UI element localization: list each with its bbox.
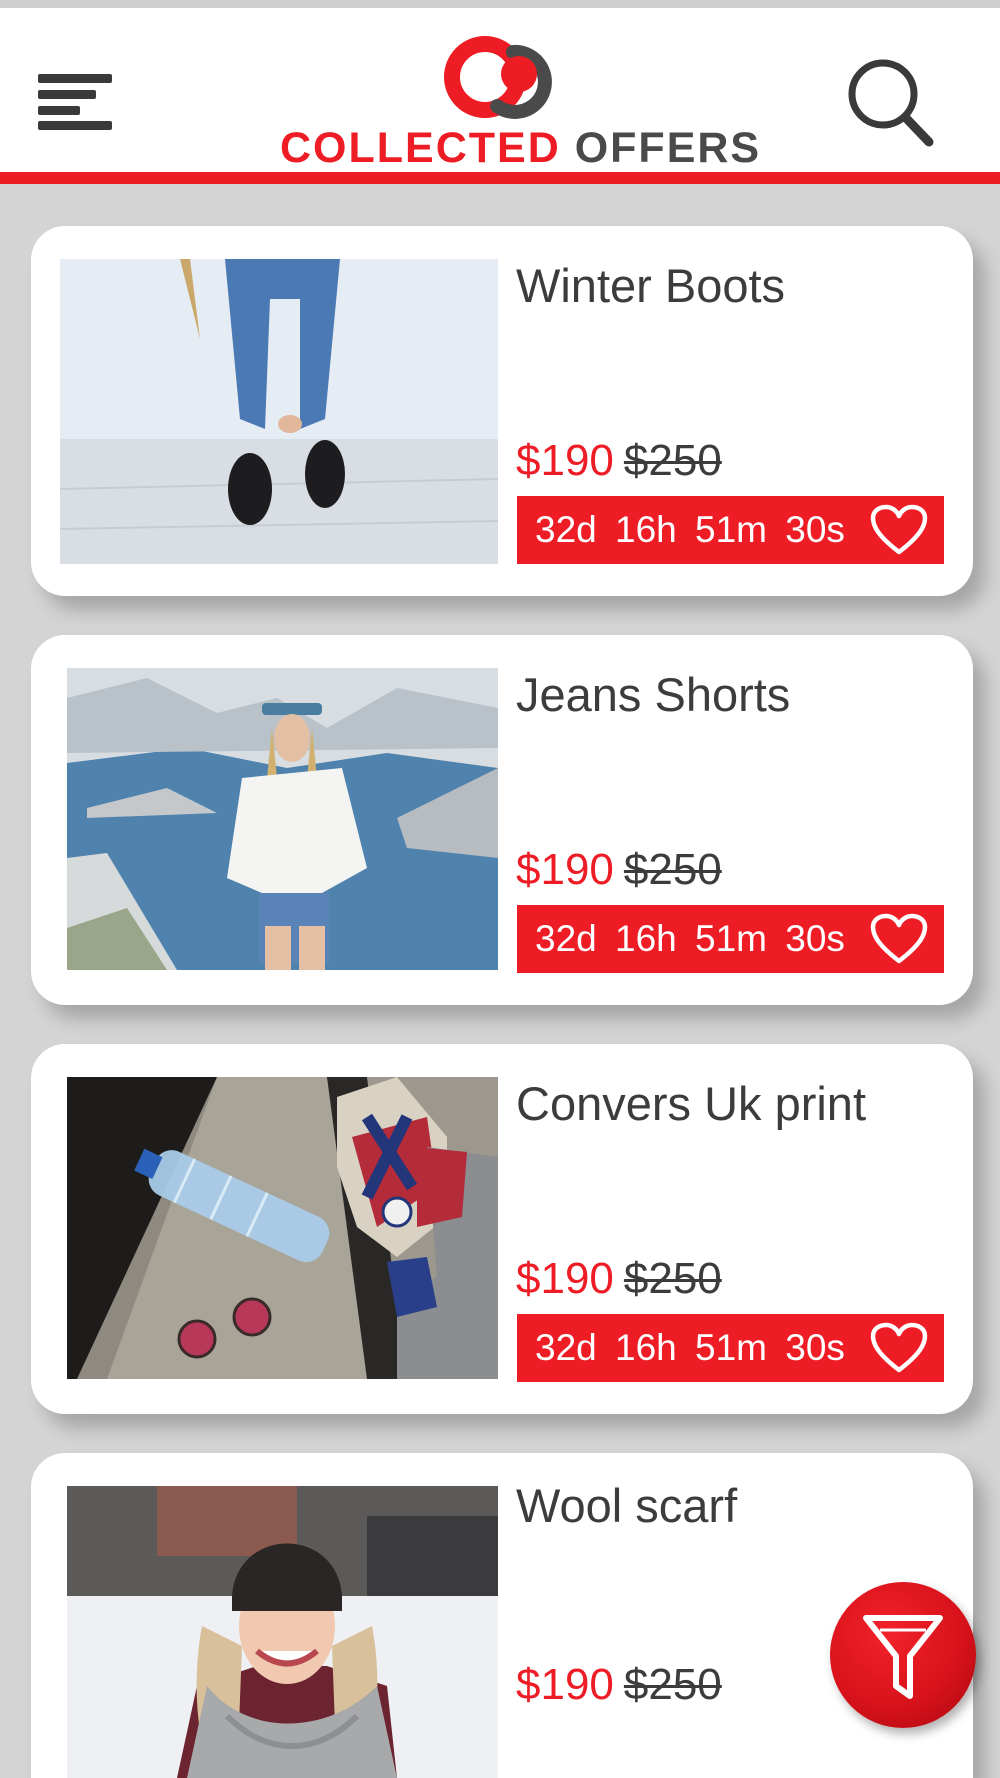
countdown-bar: 32d 16h 51m 30s: [517, 1314, 944, 1382]
product-card[interactable]: Winter Boots $190 $250 32d 16h 51m 30s: [31, 226, 973, 596]
old-price: $250: [623, 1660, 722, 1709]
product-card[interactable]: Wool scarf $190 $250: [31, 1453, 973, 1778]
heart-icon[interactable]: [870, 913, 928, 965]
price-row: $190 $250: [516, 845, 722, 895]
current-price: $190: [516, 845, 614, 894]
countdown-bar: 32d 16h 51m 30s: [517, 905, 944, 973]
product-title[interactable]: Winter Boots: [516, 258, 785, 313]
filter-button[interactable]: [830, 1582, 976, 1728]
current-price: $190: [516, 1254, 614, 1303]
logo-mark-icon: [444, 36, 552, 119]
countdown-timer: 32d 16h 51m 30s: [535, 918, 845, 959]
heart-icon[interactable]: [870, 504, 928, 556]
heart-icon[interactable]: [870, 1322, 928, 1374]
product-image[interactable]: [67, 668, 498, 970]
countdown-timer: 32d 16h 51m 30s: [535, 1327, 845, 1368]
logo-text-offers: OFFERS: [574, 124, 762, 172]
countdown-timer: 32d 16h 51m 30s: [535, 509, 845, 550]
collected-offers-logo[interactable]: COLLECTED OFFERS: [280, 30, 759, 173]
product-image[interactable]: [67, 1486, 498, 1778]
old-price: $250: [623, 1254, 722, 1303]
product-image[interactable]: [67, 1077, 498, 1379]
product-title[interactable]: Wool scarf: [516, 1478, 737, 1533]
filter-icon: [863, 1615, 943, 1699]
current-price: $190: [516, 1660, 614, 1709]
product-title[interactable]: Jeans Shorts: [516, 667, 790, 722]
old-price: $250: [623, 845, 722, 894]
logo-wordmark: COLLECTED OFFERS: [280, 124, 759, 173]
product-card[interactable]: Jeans Shorts $190 $250 32d 16h 51m 30s: [31, 635, 973, 1005]
price-row: $190 $250: [516, 1660, 722, 1710]
current-price: $190: [516, 436, 614, 485]
product-image[interactable]: [60, 259, 498, 564]
countdown-bar: 32d 16h 51m 30s: [517, 496, 944, 564]
product-card[interactable]: Convers Uk print $190 $250 32d 16h 51m 30…: [31, 1044, 973, 1414]
price-row: $190 $250: [516, 436, 722, 486]
product-title[interactable]: Convers Uk print: [516, 1076, 866, 1131]
old-price: $250: [623, 436, 722, 485]
app-header: COLLECTED OFFERS: [0, 8, 1000, 184]
price-row: $190 $250: [516, 1254, 722, 1304]
logo-text-collected: COLLECTED: [280, 124, 575, 172]
hamburger-menu-icon[interactable]: [38, 74, 112, 130]
search-icon[interactable]: [845, 56, 937, 152]
status-strip: [0, 0, 1000, 8]
